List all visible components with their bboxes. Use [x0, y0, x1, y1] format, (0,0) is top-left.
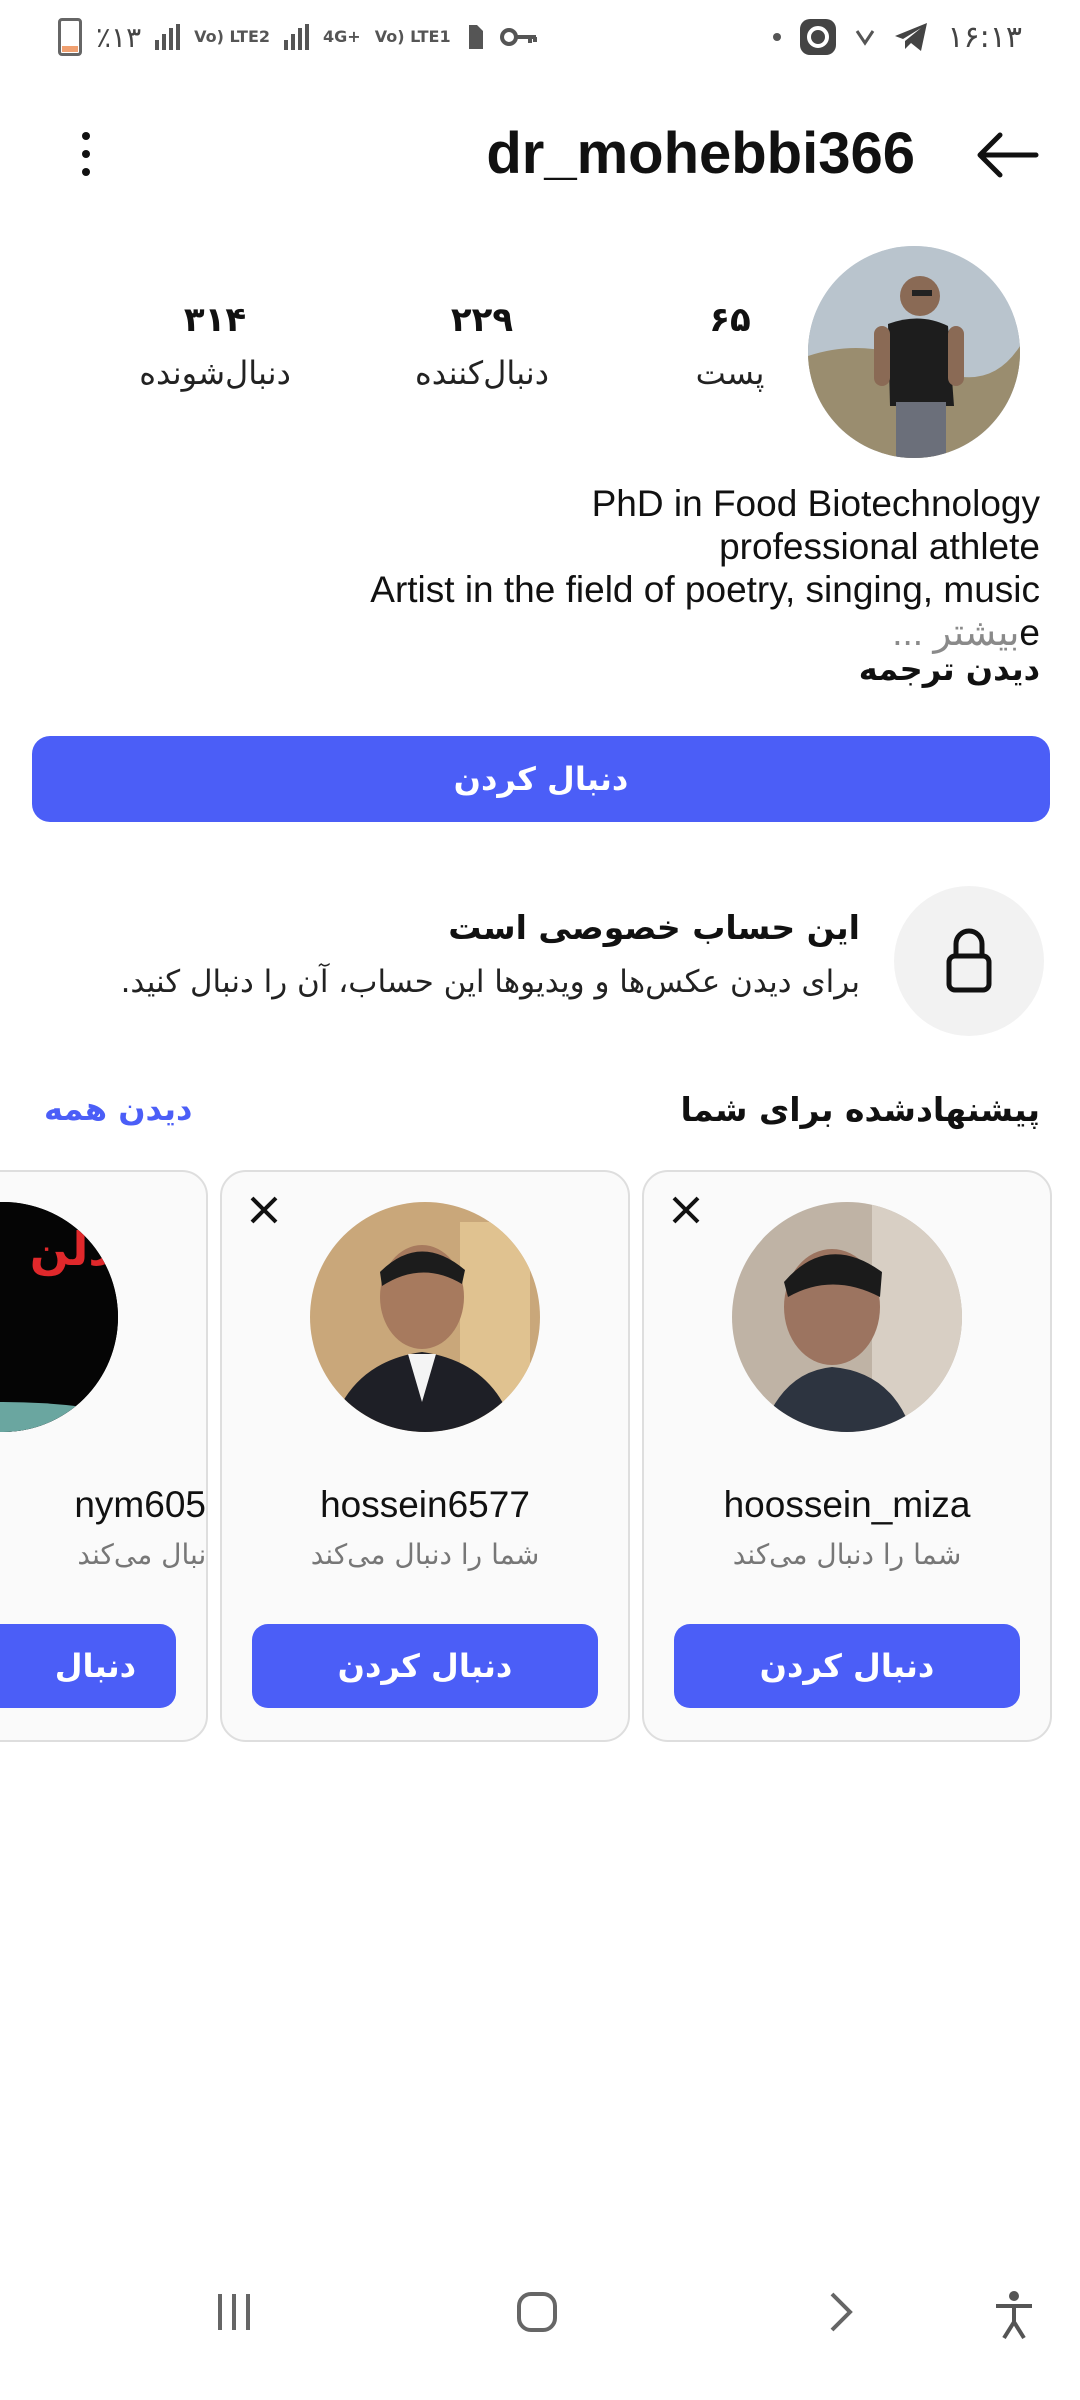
suggestion-avatar[interactable]: [732, 1202, 962, 1432]
vpn-icon: [856, 30, 875, 46]
see-translation-link[interactable]: دیدن ترجمه: [859, 650, 1040, 688]
suggestion-subtitle: شما را دنبال می‌کند: [732, 1538, 962, 1571]
recent-apps-icon[interactable]: [212, 2290, 256, 2334]
status-right: ۱۶:۱۳: [773, 18, 1022, 56]
suggestions-carousel[interactable]: hoossein_miza شما را دنبال می‌کند دنبال …: [0, 1160, 1080, 1760]
lock-badge: [894, 886, 1044, 1036]
bio-line: professional athlete: [719, 526, 1040, 567]
stat-followers[interactable]: ۲۲۹ دنبال‌کننده: [402, 300, 562, 392]
profile-avatar[interactable]: [808, 246, 1020, 458]
lte1-label: Vo) LTE1: [374, 27, 451, 46]
bio-line: PhD in Food Biotechnology: [591, 483, 1040, 524]
close-icon[interactable]: [666, 1190, 706, 1230]
system-navbar: [0, 2250, 1080, 2400]
stat-following[interactable]: ۳۱۴ دنبال‌شونده: [130, 300, 300, 392]
telegram-icon: [895, 23, 928, 51]
battery-percent: ٪۱۳: [96, 20, 142, 54]
followers-label: دنبال‌کننده: [415, 354, 549, 392]
suggestion-card[interactable]: hoossein_miza شما را دنبال می‌کند دنبال …: [642, 1170, 1052, 1742]
suggestion-follow-button[interactable]: دنبال کردن: [674, 1624, 1020, 1708]
suggestion-avatar-text: دلن: [29, 1222, 112, 1276]
suggestion-card[interactable]: hossein6577 شما را دنبال می‌کند دنبال کر…: [220, 1170, 630, 1742]
see-all-link[interactable]: دیدن همه: [44, 1090, 192, 1128]
more-vertical-icon[interactable]: [70, 130, 100, 180]
close-icon[interactable]: [244, 1190, 284, 1230]
back-icon[interactable]: [822, 2290, 862, 2334]
stat-posts[interactable]: ۶۵ پست: [670, 300, 790, 392]
status-bar: ٪۱۳ Vo) LTE2 4G+ Vo) LTE1 ۱۶:۱۳: [0, 0, 1080, 80]
bio-more-link[interactable]: ... بیشتر: [892, 612, 1019, 653]
arrow-back-icon[interactable]: [972, 130, 1042, 180]
4g-label: 4G+: [323, 27, 361, 46]
key-icon: [499, 28, 537, 46]
suggestions-title: پیشنهادشده برای شما: [680, 1090, 1040, 1129]
private-title: این حساب خصوصی است: [448, 908, 860, 947]
home-icon[interactable]: [515, 2290, 559, 2334]
lte2-label: Vo) LTE2: [194, 27, 271, 46]
suggestion-username[interactable]: nym605: [74, 1484, 206, 1526]
signal-icon: [155, 24, 181, 50]
posts-label: پست: [695, 354, 765, 392]
signal-icon: [284, 24, 310, 50]
bio-tail: e: [1019, 612, 1040, 653]
suggestion-subtitle: شما را دنبال می‌کند: [310, 1538, 540, 1571]
dot-icon: [773, 33, 782, 41]
bio-more-line: ... بیشترe: [240, 611, 1040, 654]
suggestion-card[interactable]: دلن nym605 شما را دنبال می‌کند دنبال: [0, 1170, 208, 1742]
following-label: دنبال‌شونده: [139, 354, 291, 392]
suggestion-username[interactable]: hoossein_miza: [644, 1484, 1050, 1526]
bio-line: Artist in the field of poetry, singing, …: [370, 569, 1040, 610]
suggestion-avatar[interactable]: دلن: [0, 1202, 118, 1432]
profile-bio: PhD in Food Biotechnology professional a…: [240, 482, 1040, 654]
follow-button[interactable]: دنبال کردن: [32, 736, 1050, 822]
accessibility-icon[interactable]: [992, 2290, 1036, 2340]
suggestion-follow-button[interactable]: دنبال: [0, 1624, 176, 1708]
suggestion-follow-button[interactable]: دنبال کردن: [252, 1624, 598, 1708]
suggestion-subtitle: شما را دنبال می‌کند: [77, 1538, 207, 1571]
suggestion-username[interactable]: hossein6577: [222, 1484, 628, 1526]
top-bar: dr_mohebbi366: [0, 110, 1080, 200]
followers-count: ۲۲۹: [450, 300, 514, 340]
clock: ۱۶:۱۳: [947, 19, 1022, 55]
app-icon: [800, 19, 837, 55]
suggestion-avatar[interactable]: [310, 1202, 540, 1432]
profile-username: dr_mohebbi366: [486, 121, 915, 186]
following-count: ۳۱۴: [183, 300, 247, 340]
lock-icon: [946, 928, 992, 993]
private-subtitle: برای دیدن عکس‌ها و ویدیوها این حساب، آن …: [120, 964, 860, 1000]
battery-icon: [58, 18, 82, 56]
posts-count: ۶۵: [709, 300, 751, 340]
status-left: ٪۱۳ Vo) LTE2 4G+ Vo) LTE1: [58, 18, 539, 56]
sim-icon: [468, 25, 483, 49]
